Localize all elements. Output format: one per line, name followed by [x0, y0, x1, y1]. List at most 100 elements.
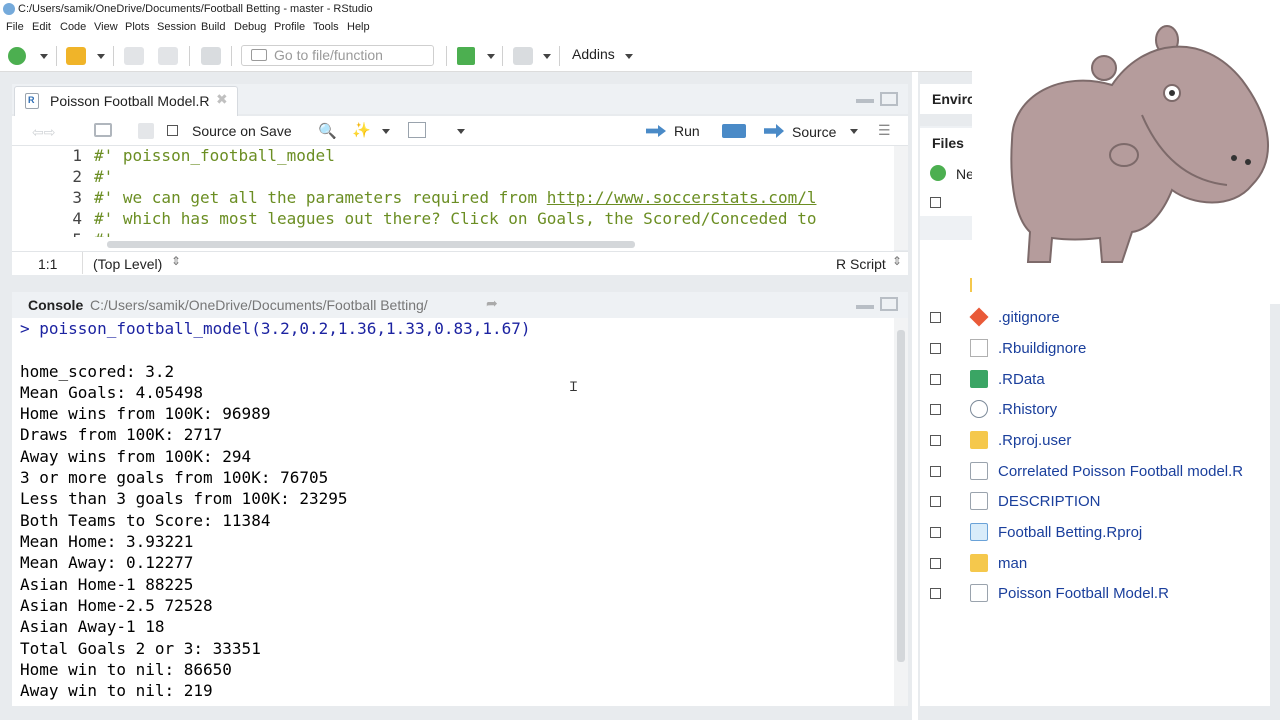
files-tab[interactable]: Files	[920, 128, 975, 158]
file-name[interactable]: .Rproj.user	[998, 432, 1071, 449]
source-button[interactable]: Source	[792, 124, 836, 140]
menu-profile[interactable]: Profile	[274, 21, 305, 33]
menu-build[interactable]: Build	[201, 21, 225, 33]
save-file-icon[interactable]	[138, 123, 154, 139]
editor-horizontal-scrollbar[interactable]	[12, 237, 894, 251]
code-url-link[interactable]: http://www.soccerstats.com/l	[547, 188, 817, 207]
file-name[interactable]: man	[998, 555, 1027, 572]
chevron-down-icon[interactable]	[850, 129, 858, 134]
source-arrow-icon[interactable]	[764, 124, 784, 138]
scope-updown-icon[interactable]: ⇕	[171, 254, 181, 268]
menu-plots[interactable]: Plots	[125, 21, 149, 33]
file-name[interactable]: .Rhistory	[998, 401, 1057, 418]
file-checkbox[interactable]	[930, 588, 941, 599]
scrollbar-thumb[interactable]	[897, 330, 905, 662]
menu-edit[interactable]: Edit	[32, 21, 51, 33]
file-type-selector[interactable]: R Script	[836, 256, 886, 272]
file-row[interactable]: man	[920, 549, 1270, 579]
chevron-down-icon[interactable]	[487, 54, 495, 59]
compile-report-icon[interactable]	[408, 122, 426, 138]
file-row[interactable]: .Rbuildignore	[920, 334, 1270, 364]
minimize-pane-icon[interactable]	[856, 305, 874, 309]
file-name[interactable]: Correlated Poisson Football model.R	[998, 463, 1243, 480]
file-name[interactable]: Poisson Football Model.R	[998, 585, 1169, 602]
addins-button[interactable]: Addins	[572, 46, 615, 62]
file-name[interactable]: DESCRIPTION	[998, 493, 1101, 510]
file-checkbox[interactable]	[930, 496, 941, 507]
code-tools-wand-icon[interactable]: ✨	[352, 121, 371, 139]
file-name[interactable]: .Rbuildignore	[998, 340, 1086, 357]
editor-vertical-scrollbar[interactable]	[894, 146, 908, 250]
git-vcs-icon[interactable]	[457, 47, 475, 65]
select-all-checkbox[interactable]	[930, 197, 941, 208]
scrollbar-thumb[interactable]	[107, 241, 635, 248]
menu-code[interactable]: Code	[60, 21, 86, 33]
console-output[interactable]: > poisson_football_model(3.2,0.2,1.36,1.…	[12, 318, 908, 706]
file-row[interactable]: DESCRIPTION	[920, 487, 1270, 517]
menu-session[interactable]: Session	[157, 21, 196, 33]
menu-view[interactable]: View	[94, 21, 118, 33]
file-checkbox[interactable]	[930, 527, 941, 538]
chevron-down-icon[interactable]	[457, 129, 465, 134]
code-editor[interactable]: 1 #' poisson_football_model 2 #' 3 #' we…	[12, 146, 908, 250]
chevron-down-icon[interactable]	[40, 54, 48, 59]
chevron-down-icon[interactable]	[97, 54, 105, 59]
print-icon[interactable]	[201, 47, 221, 65]
file-row[interactable]: .Rhistory	[920, 395, 1270, 425]
file-name[interactable]: .RData	[998, 371, 1045, 388]
code-line[interactable]: #' poisson_football_model	[94, 146, 335, 165]
run-arrow-icon[interactable]	[646, 125, 666, 137]
filetype-updown-icon[interactable]: ⇕	[892, 254, 902, 268]
menu-file[interactable]: File	[6, 21, 24, 33]
menu-help[interactable]: Help	[347, 21, 370, 33]
document-outline-icon[interactable]: ☰	[878, 122, 891, 139]
code-line[interactable]: #'	[94, 167, 113, 186]
run-button[interactable]: Run	[674, 123, 700, 139]
file-checkbox[interactable]	[930, 404, 941, 415]
file-checkbox[interactable]	[930, 343, 941, 354]
workspace-panes-icon[interactable]	[513, 47, 533, 65]
scope-selector[interactable]: (Top Level)	[93, 256, 162, 272]
file-checkbox[interactable]	[930, 466, 941, 477]
maximize-pane-icon[interactable]	[880, 92, 898, 106]
file-row[interactable]: Football Betting.Rproj	[920, 518, 1270, 548]
file-row[interactable]: Correlated Poisson Football model.R	[920, 457, 1270, 487]
chevron-down-icon[interactable]	[543, 54, 551, 59]
source-on-save-checkbox[interactable]	[167, 125, 178, 136]
new-file-icon[interactable]	[8, 47, 26, 65]
console-line: home_scored: 3.2	[20, 362, 175, 381]
rerun-icon[interactable]	[722, 124, 746, 138]
file-name[interactable]: Football Betting.Rproj	[998, 524, 1142, 541]
file-checkbox[interactable]	[930, 558, 941, 569]
save-icon[interactable]	[124, 47, 144, 65]
show-in-window-icon[interactable]	[94, 123, 112, 137]
menu-debug[interactable]: Debug	[234, 21, 266, 33]
file-row[interactable]: .gitignore	[920, 303, 1270, 333]
chevron-down-icon[interactable]	[382, 129, 390, 134]
file-checkbox[interactable]	[930, 312, 941, 323]
addins-chevron-icon[interactable]	[625, 54, 633, 59]
file-row[interactable]: .RData	[920, 365, 1270, 395]
console-vertical-scrollbar[interactable]	[894, 318, 908, 706]
open-folder-icon[interactable]	[66, 47, 86, 65]
code-line[interactable]: #' which has most leagues out there? Cli…	[94, 209, 816, 228]
file-row[interactable]: .Rproj.user	[920, 426, 1270, 456]
code-line[interactable]: #' we can get all the parameters require…	[94, 188, 816, 207]
environment-tab[interactable]: Enviro	[920, 84, 980, 114]
go-to-directory-icon[interactable]: ➦	[486, 295, 498, 312]
file-row[interactable]: Poisson Football Model.R	[920, 579, 1270, 609]
goto-file-function-input[interactable]: Go to file/function	[241, 45, 434, 66]
new-folder-icon[interactable]	[930, 165, 946, 181]
file-checkbox[interactable]	[930, 374, 941, 385]
search-icon[interactable]: 🔍	[318, 122, 337, 140]
save-all-icon[interactable]	[158, 47, 178, 65]
menu-tools[interactable]: Tools	[313, 21, 339, 33]
minimize-pane-icon[interactable]	[856, 99, 874, 103]
maximize-pane-icon[interactable]	[880, 297, 898, 311]
back-arrow-icon[interactable]: ⇦⇨	[32, 124, 55, 141]
file-name[interactable]: .gitignore	[998, 309, 1060, 326]
editor-tab[interactable]: Poisson Football Model.R ✖	[14, 86, 238, 116]
close-tab-icon[interactable]: ✖	[216, 91, 228, 108]
console-tab[interactable]: Console	[28, 297, 83, 313]
file-checkbox[interactable]	[930, 435, 941, 446]
